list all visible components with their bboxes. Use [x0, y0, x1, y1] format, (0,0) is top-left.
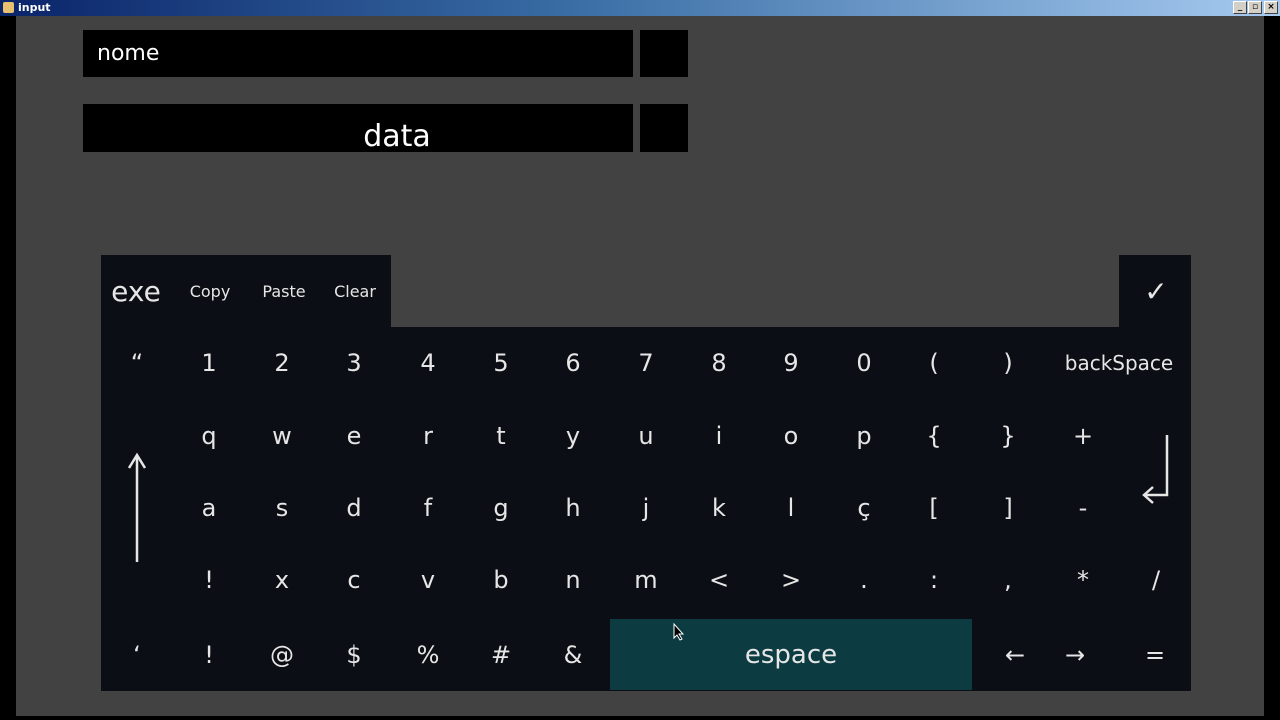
- row5-key-1[interactable]: !: [173, 619, 245, 690]
- row4-key-9[interactable]: .: [828, 544, 900, 616]
- row3-key-6[interactable]: j: [610, 472, 682, 544]
- row3-key-8[interactable]: l: [755, 472, 827, 544]
- row1-key-7[interactable]: 7: [610, 328, 682, 398]
- row4-key-11[interactable]: ,: [972, 544, 1044, 616]
- row2-key-10[interactable]: {: [898, 400, 970, 472]
- row1-key-0[interactable]: “: [101, 328, 173, 398]
- row4-key-12[interactable]: *: [1047, 544, 1119, 616]
- row3-key-2[interactable]: d: [318, 472, 390, 544]
- clear-button[interactable]: Clear: [320, 255, 390, 327]
- confirm-button[interactable]: ✓: [1121, 255, 1191, 327]
- row4-key-10[interactable]: :: [898, 544, 970, 616]
- paste-button[interactable]: Paste: [248, 255, 320, 327]
- row4-key-7[interactable]: <: [683, 544, 755, 616]
- row5-key-2[interactable]: @: [246, 619, 318, 690]
- mouse-cursor-icon: [673, 623, 685, 641]
- row3-key-1[interactable]: s: [246, 472, 318, 544]
- row3-key-11[interactable]: ]: [972, 472, 1044, 544]
- window-title: input: [18, 1, 51, 14]
- row2-key-6[interactable]: u: [610, 400, 682, 472]
- nome-field[interactable]: nome: [83, 30, 633, 77]
- data-field[interactable]: data: [83, 104, 633, 154]
- row2-key-11[interactable]: }: [972, 400, 1044, 472]
- row5-right-key-1[interactable]: →: [1040, 619, 1110, 690]
- row4-key-2[interactable]: c: [318, 544, 390, 616]
- row2-key-4[interactable]: t: [465, 400, 537, 472]
- close-button[interactable]: ×: [1264, 1, 1278, 14]
- row1-key-5[interactable]: 5: [465, 328, 537, 398]
- row1-key-9[interactable]: 9: [755, 328, 827, 398]
- row2-key-0[interactable]: q: [173, 400, 245, 472]
- row4-key-6[interactable]: m: [610, 544, 682, 616]
- row4-key-5[interactable]: n: [537, 544, 609, 616]
- row1-key-12[interactable]: ): [972, 328, 1044, 398]
- row1-key-1[interactable]: 1: [173, 328, 245, 398]
- copy-button[interactable]: Copy: [174, 255, 246, 327]
- enter-return-icon: [1141, 435, 1168, 504]
- row5-key-4[interactable]: %: [392, 619, 464, 690]
- row3-key-3[interactable]: f: [392, 472, 464, 544]
- row1-key-6[interactable]: 6: [537, 328, 609, 398]
- row4-key-1[interactable]: x: [246, 544, 318, 616]
- row1-key-8[interactable]: 8: [683, 328, 755, 398]
- nome-side-button[interactable]: [640, 30, 688, 77]
- minimize-button[interactable]: _: [1233, 1, 1247, 14]
- row4-key-8[interactable]: >: [755, 544, 827, 616]
- shift-key[interactable]: [101, 400, 173, 616]
- row5-key-3[interactable]: $: [318, 619, 390, 690]
- title-bar: input _ ▫ ×: [0, 0, 1280, 16]
- row1-key-10[interactable]: 0: [828, 328, 900, 398]
- row1-key-3[interactable]: 3: [318, 328, 390, 398]
- row4-key-4[interactable]: b: [465, 544, 537, 616]
- row4-key-13[interactable]: /: [1120, 544, 1192, 616]
- row2-key-12[interactable]: +: [1047, 400, 1119, 472]
- row3-key-5[interactable]: h: [537, 472, 609, 544]
- row2-key-3[interactable]: r: [392, 400, 464, 472]
- bottom-strip: [0, 716, 1280, 720]
- app-icon: [3, 2, 14, 13]
- exe-button[interactable]: exe: [101, 255, 171, 327]
- row4-key-3[interactable]: v: [392, 544, 464, 616]
- row2-key-7[interactable]: i: [683, 400, 755, 472]
- backspace-key[interactable]: backSpace: [1047, 328, 1191, 398]
- row1-key-11[interactable]: (: [898, 328, 970, 398]
- maximize-button[interactable]: ▫: [1248, 1, 1262, 14]
- row3-key-9[interactable]: ç: [828, 472, 900, 544]
- row1-key-4[interactable]: 4: [392, 328, 464, 398]
- enter-key[interactable]: [1120, 400, 1191, 544]
- row3-key-7[interactable]: k: [683, 472, 755, 544]
- row3-key-12[interactable]: -: [1047, 472, 1119, 544]
- space-key[interactable]: espace: [610, 619, 972, 690]
- row2-key-5[interactable]: y: [537, 400, 609, 472]
- row3-key-10[interactable]: [: [898, 472, 970, 544]
- row3-key-4[interactable]: g: [465, 472, 537, 544]
- row4-key-0[interactable]: !: [173, 544, 245, 616]
- row1-key-2[interactable]: 2: [246, 328, 318, 398]
- up-arrow-icon: [127, 452, 147, 562]
- row2-key-9[interactable]: p: [828, 400, 900, 472]
- row2-key-1[interactable]: w: [246, 400, 318, 472]
- row2-key-2[interactable]: e: [318, 400, 390, 472]
- row3-key-0[interactable]: a: [173, 472, 245, 544]
- row5-key-0[interactable]: ‘: [101, 619, 173, 690]
- row5-key-6[interactable]: &: [537, 619, 609, 690]
- row2-key-8[interactable]: o: [755, 400, 827, 472]
- row5-right-key-2[interactable]: =: [1120, 619, 1190, 690]
- row5-key-5[interactable]: #: [465, 619, 537, 690]
- data-side-button[interactable]: [640, 104, 688, 152]
